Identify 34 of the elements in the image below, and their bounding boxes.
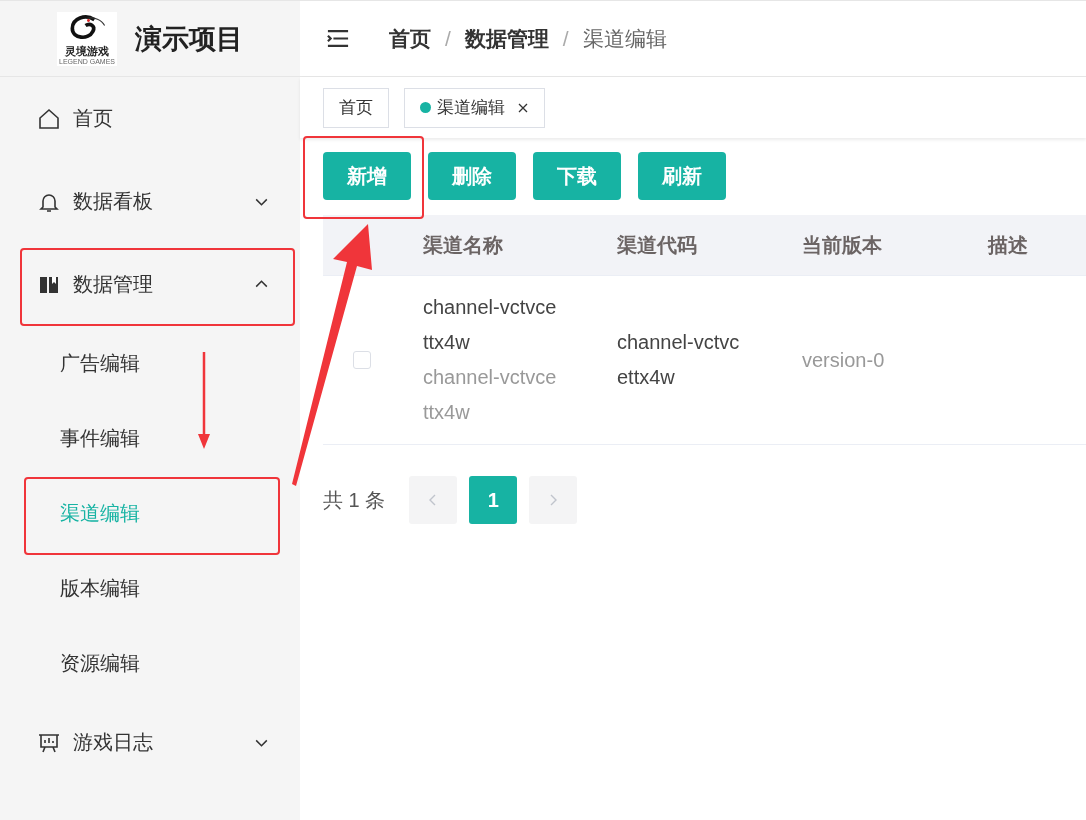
- breadcrumb-separator: /: [562, 26, 569, 51]
- checkbox[interactable]: [352, 351, 371, 369]
- previous-page-button[interactable]: [409, 476, 458, 524]
- table-cell-text: channel-vctvcettx4w: [423, 295, 558, 355]
- chevron-right-icon: [548, 492, 559, 508]
- tab[interactable]: 渠道编辑: [404, 87, 545, 128]
- home-icon: [37, 106, 61, 131]
- submenu-item[interactable]: 广告编辑: [0, 326, 300, 401]
- submenu-item[interactable]: 事件编辑: [0, 401, 300, 476]
- table-cell-subtext: channel-vctvcettx4w: [423, 365, 558, 425]
- breadcrumb-item: 渠道编辑: [582, 25, 667, 52]
- menu-item[interactable]: 数据看板: [0, 160, 300, 243]
- menu-item[interactable]: 首页: [0, 77, 300, 160]
- menu-icon[interactable]: [327, 29, 349, 48]
- submenu-item[interactable]: 版本编辑: [0, 551, 300, 626]
- menu-item[interactable]: 数据管理: [0, 243, 300, 326]
- column-header: 当前版本: [801, 232, 883, 258]
- close-icon[interactable]: [517, 101, 529, 114]
- breadcrumb-item[interactable]: 首页: [389, 24, 431, 53]
- breadcrumb-item[interactable]: 数据管理: [464, 24, 549, 53]
- column-header: 渠道名称: [422, 232, 504, 258]
- app-title: 演示项目: [135, 22, 243, 56]
- column-header: 描述: [986, 232, 1029, 258]
- breadcrumb-separator: /: [445, 26, 451, 51]
- tab[interactable]: 首页: [323, 87, 389, 128]
- table-cell-text: version-0: [802, 348, 886, 372]
- next-page-button[interactable]: [529, 476, 578, 524]
- menu-item[interactable]: 游戏日志: [0, 701, 300, 784]
- active-dot-icon: [420, 102, 431, 113]
- column-header: 渠道代码: [616, 232, 698, 258]
- logo-text: 灵境游戏: [65, 44, 109, 58]
- submenu-item[interactable]: 资源编辑: [0, 626, 300, 701]
- table-cell-text: channel-vctvcettx4w: [617, 330, 741, 390]
- total-count: 共 1 条: [323, 487, 386, 513]
